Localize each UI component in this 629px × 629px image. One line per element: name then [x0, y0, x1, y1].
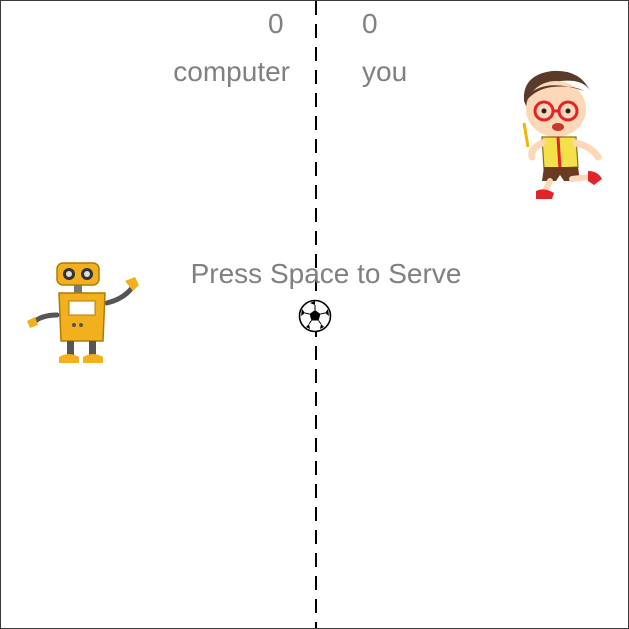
cartoon-boy-icon [522, 70, 602, 199]
player-score: 0 [362, 8, 378, 39]
soccer-ball-icon [298, 299, 332, 333]
game-canvas[interactable]: 0 0 computer you Press Space to Serve [0, 0, 629, 629]
computer-label: computer [173, 56, 290, 87]
serve-prompt: Press Space to Serve [190, 258, 462, 289]
player-label: you [362, 56, 408, 87]
computer-score: 0 [268, 8, 284, 39]
